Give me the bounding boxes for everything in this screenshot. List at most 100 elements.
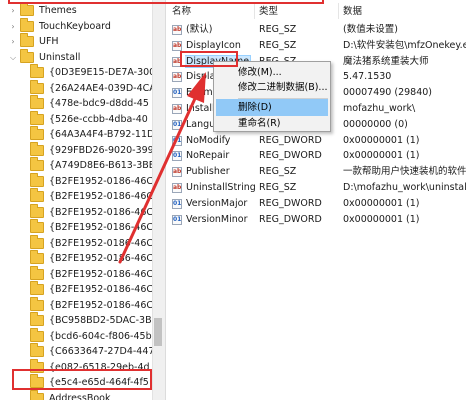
chevron-down-icon[interactable]: ⌵ [8,50,18,66]
value-type: REG_SZ [259,40,297,51]
folder-icon [20,2,34,16]
column-header-name[interactable]: 名称 [172,5,191,19]
tree-node[interactable]: {0D3E9E15-DE7A-300 [0,64,156,81]
reg-string-icon: ab [172,72,182,82]
value-name: Publisher [186,166,230,177]
value-data: 0x00000001 (1) [343,150,420,161]
folder-icon [30,312,44,326]
folder-icon [30,111,44,125]
column-separator[interactable] [254,3,255,19]
tree-node[interactable]: {B2FE1952-0186-46C [0,235,153,252]
folder-icon [30,266,44,280]
tree-node-label: {929FBD26-9020-399 [49,145,154,156]
folder-icon [30,390,44,400]
tree-node[interactable]: {B2FE1952-0186-46C [0,204,153,221]
tree-node[interactable]: ⌵ Uninstall [0,49,152,66]
tree-node[interactable]: {B2FE1952-0186-46C [0,281,154,298]
tree-node[interactable]: {C6633647-27D4-447 [0,343,154,360]
reg-binary-icon: 01 [172,136,182,146]
reg-string-icon: ab [172,104,182,114]
value-row[interactable]: ab (默认) REG_SZ (数值未设置) [166,22,466,38]
annotation-selected-key-box [12,369,152,390]
value-name: UninstallString [186,182,255,193]
tree-node-label: AddressBook [49,393,111,400]
tree-node-label: UFH [39,36,59,47]
value-row[interactable]: 01 NoRepair REG_DWORD 0x00000001 (1) [166,148,466,164]
annotation-displayname-box [180,51,238,67]
folder-icon [30,95,44,109]
reg-binary-icon: 01 [172,88,182,98]
value-data: D:\mofazhu_work\uninstall.exe [343,182,466,193]
reg-binary-icon: 01 [172,199,182,209]
folder-icon [30,204,44,218]
menu-item-delete[interactable]: 删除(D) [216,99,328,116]
registry-tree-pane[interactable]: › Themes › TouchKeyboard › UFH ⌵ Uninstall {0D3E… [0,0,165,400]
tree-node[interactable]: {B2FE1952-0186-46C [0,250,154,267]
chevron-right-icon[interactable]: › [8,3,18,19]
tree-node[interactable]: AddressBook [0,390,152,400]
tree-node-label: TouchKeyboard [39,21,111,32]
tree-node-label: {B2FE1952-0186-46C [49,253,154,264]
annotation-top-box [8,0,324,4]
chevron-right-icon[interactable]: › [8,34,18,50]
menu-item-modify-binary[interactable]: 修改二进制数据(B)... [216,79,328,96]
tree-node-label: {B2FE1952-0186-46C [49,300,154,311]
folder-icon [30,126,44,140]
value-data: 0x00000001 (1) [343,198,420,209]
tree-node[interactable]: {B2FE1952-0186-46C [0,297,154,314]
tree-node[interactable]: {B2FE1952-0186-46C [0,266,153,283]
tree-node-label: {bcd6-604c-f806-45b [49,331,152,342]
value-row[interactable]: ab UninstallString REG_SZ D:\mofazhu_work\u… [166,180,466,196]
reg-string-icon: ab [172,167,182,177]
tree-node[interactable]: {64A3A4F4-B792-11D [0,126,154,143]
folder-icon [30,64,44,78]
tree-node[interactable]: {bcd6-604c-f806-45b [0,328,152,345]
tree-node[interactable]: {B2FE1952-0186-46C [0,219,153,236]
tree-node[interactable]: {A749D8E6-B613-3BE [0,157,155,174]
tree-node-label: {B2FE1952-0186-46C [49,191,154,202]
value-type: REG_DWORD [259,214,322,225]
tree-node[interactable]: › Themes [0,2,152,19]
tree-node[interactable]: {BC958BD2-5DAC-3B [0,312,152,329]
tree-node-label: {B2FE1952-0186-46C [49,284,154,295]
tree-node[interactable]: {26A24AE4-039D-4CA [0,80,156,97]
column-separator[interactable] [338,3,339,19]
value-row[interactable]: 01 NoModify REG_DWORD 0x00000001 (1) [166,133,466,149]
tree-node[interactable]: {929FBD26-9020-399 [0,142,154,159]
menu-item-rename[interactable]: 重命名(R) [216,115,328,132]
reg-binary-icon: 01 [172,215,182,225]
context-menu: 修改(M)... 修改二进制数据(B)... 删除(D) 重命名(R) [213,61,331,132]
tree-node[interactable]: {478e-bdc9-d8dd-45 [0,95,152,112]
value-row[interactable]: ab Publisher REG_SZ 一款帮助用户快速装机的软件 [166,164,466,180]
column-header-type[interactable]: 类型 [259,5,278,19]
value-data: 0x00000001 (1) [343,214,420,225]
value-data: 0x00000001 (1) [343,135,420,146]
value-data: D:\软件安装包\mfzOnekey.exe [343,40,466,51]
tree-scrollbar-thumb[interactable] [154,318,162,346]
value-row[interactable]: 01 VersionMajor REG_DWORD 0x00000001 (1) [166,196,466,212]
reg-binary-icon: 01 [172,120,182,130]
value-name: NoRepair [186,150,230,161]
tree-node-label: {478e-bdc9-d8dd-45 [49,98,149,109]
folder-icon [30,281,44,295]
tree-node[interactable]: {B2FE1952-0186-46C [0,188,154,205]
folder-icon [30,142,44,156]
column-header-data[interactable]: 数据 [343,5,362,19]
folder-icon [20,33,34,47]
value-type: REG_SZ [259,182,297,193]
tree-node[interactable]: {526e-ccbb-4dba-40 [0,111,152,128]
folder-icon [30,343,44,357]
value-type: REG_SZ [259,24,297,35]
chevron-right-icon[interactable]: › [8,19,18,35]
value-type: REG_DWORD [259,150,322,161]
tree-node[interactable]: {B2FE1952-0186-46C [0,173,153,190]
tree-node[interactable]: › UFH [0,33,152,50]
reg-string-icon: ab [172,183,182,193]
value-data: 5.47.1530 [343,71,392,82]
reg-binary-icon: 01 [172,151,182,161]
folder-icon [30,80,44,94]
tree-node-label: {0D3E9E15-DE7A-300 [49,67,156,78]
value-row[interactable]: 01 VersionMinor REG_DWORD 0x00000001 (1) [166,212,466,228]
value-data: 00007490 (29840) [343,87,433,98]
value-data: 魔法猪系统重装大师 [343,56,429,67]
